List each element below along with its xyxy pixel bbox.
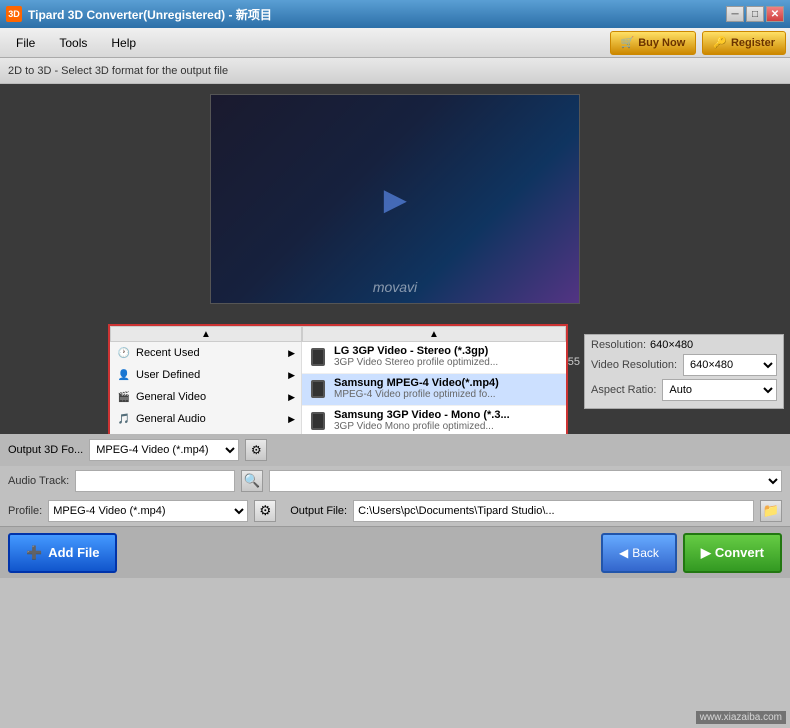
browse-button[interactable]: 📁 <box>760 500 782 522</box>
info-bar: 2D to 3D - Select 3D format for the outp… <box>0 58 790 84</box>
title-bar-text: Tipard 3D Converter(Unregistered) - 新项目 <box>28 6 726 23</box>
sidebar-item-user[interactable]: 👤 User Defined ▶ <box>110 364 301 386</box>
video-preview: ▶ movavi <box>210 94 580 304</box>
minimize-button[interactable]: ─ <box>726 6 744 22</box>
convert-icon: ▶ <box>701 545 711 561</box>
add-file-button[interactable]: ➕ Add File <box>8 533 117 573</box>
menu-bar: File Tools Help 🛒 Buy Now 🔑 Register <box>0 28 790 58</box>
videores-row: Video Resolution: 640×480 1280×720 1920×… <box>591 354 777 376</box>
audio-track-label: Audio Track: <box>8 475 69 487</box>
arrow-icon: ▶ <box>288 392 295 403</box>
format-item-0[interactable]: LG 3GP Video - Stereo (*.3gp) 3GP Video … <box>302 342 566 374</box>
output-file-input[interactable] <box>353 500 754 522</box>
cart-icon: 🛒 <box>621 36 635 49</box>
menu-tools[interactable]: Tools <box>47 32 99 54</box>
left-panel: 🕐 Recent Used ▶ 👤 User Defined ▶ 🎬 Gener… <box>110 342 302 434</box>
movavi-logo: movavi <box>373 279 417 295</box>
phone-icon-0 <box>308 347 328 367</box>
genvideo-label: General Video <box>136 391 206 403</box>
profile-settings-button[interactable]: ⚙ <box>254 500 276 522</box>
user-icon: 👤 <box>116 367 132 383</box>
format-title-0: LG 3GP Video - Stereo (*.3gp) <box>334 345 498 357</box>
format-sub-0: 3GP Video Stereo profile optimized... <box>334 357 498 368</box>
format-sub-2: 3GP Video Mono profile optimized... <box>334 421 510 432</box>
menu-file[interactable]: File <box>4 32 47 54</box>
maximize-button[interactable]: □ <box>746 6 764 22</box>
watermark: www.xiazaiba.com <box>696 711 786 724</box>
user-label: User Defined <box>136 369 200 381</box>
profile-select[interactable]: MPEG-4 Video (*.mp4) <box>48 500 248 522</box>
audio-search-button[interactable]: 🔍 <box>241 470 263 492</box>
audio-track-select[interactable] <box>269 470 782 492</box>
back-label: Back <box>632 546 659 560</box>
arrow-icon: ▶ <box>288 414 295 425</box>
resolution-row: Resolution: 640×480 <box>591 339 777 351</box>
clock-icon: 🕐 <box>116 345 132 361</box>
menu-help[interactable]: Help <box>99 32 148 54</box>
aspect-select[interactable]: Auto 4:3 16:9 <box>662 379 777 401</box>
arrow-icon: ▶ <box>288 348 295 359</box>
hd-icon: HD <box>116 433 132 434</box>
phone-icon-2 <box>308 411 328 431</box>
convert-label: Convert <box>715 545 764 560</box>
sidebar-item-recent[interactable]: 🕐 Recent Used ▶ <box>110 342 301 364</box>
info-text: 2D to 3D - Select 3D format for the outp… <box>8 65 228 77</box>
buy-now-button[interactable]: 🛒 Buy Now <box>610 31 697 55</box>
resolution-value: 640×480 <box>650 339 693 351</box>
scroll-up-right[interactable]: ▲ <box>302 326 566 342</box>
format-sub-1: MPEG-4 Video profile optimized fo... <box>334 389 499 400</box>
add-icon: ➕ <box>26 545 42 561</box>
add-file-label: Add File <box>48 545 99 560</box>
bottom-buttons: ➕ Add File ◀ Back ▶ Convert <box>0 526 790 578</box>
sidebar-item-genvideo[interactable]: 🎬 General Video ▶ <box>110 386 301 408</box>
main-area: ▶ movavi ▲ 🕐 Recent Used ▶ 👤 User Define… <box>0 84 790 434</box>
format-item-2[interactable]: Samsung 3GP Video - Mono (*.3... 3GP Vid… <box>302 406 566 434</box>
output-file-label: Output File: <box>290 505 347 517</box>
back-button[interactable]: ◀ Back <box>601 533 677 573</box>
resolution-label: Resolution: <box>591 339 646 351</box>
audio-icon: 🎵 <box>116 411 132 427</box>
register-button[interactable]: 🔑 Register <box>702 31 786 55</box>
videores-label: Video Resolution: <box>591 359 677 371</box>
aspect-row: Aspect Ratio: Auto 4:3 16:9 <box>591 379 777 401</box>
audio-track-row: Audio Track: 🔍 <box>0 466 790 496</box>
sidebar-item-hdvideo[interactable]: HD HD Video ▶ <box>110 430 301 434</box>
profile-row: Profile: MPEG-4 Video (*.mp4) ⚙ Output F… <box>0 496 790 526</box>
title-bar: 3D Tipard 3D Converter(Unregistered) - 新… <box>0 0 790 28</box>
video-inner: ▶ <box>211 95 579 303</box>
audio-search-input[interactable] <box>75 470 235 492</box>
window-controls: ─ □ ✕ <box>726 6 784 22</box>
recent-label: Recent Used <box>136 347 200 359</box>
scroll-up-button[interactable]: ▲ <box>110 326 302 342</box>
controls-row: Output 3D Fo... MPEG-4 Video (*.mp4) ⚙ <box>0 434 790 466</box>
format-select[interactable]: MPEG-4 Video (*.mp4) <box>89 439 239 461</box>
format-title-1: Samsung MPEG-4 Video(*.mp4) <box>334 377 499 389</box>
arrow-icon: ▶ <box>288 370 295 381</box>
convert-button[interactable]: ▶ Convert <box>683 533 782 573</box>
menu-right-actions: 🛒 Buy Now 🔑 Register <box>610 31 787 55</box>
videores-select[interactable]: 640×480 1280×720 1920×1080 <box>683 354 777 376</box>
key-icon: 🔑 <box>713 36 727 49</box>
format-dropdown: ▲ 🕐 Recent Used ▶ 👤 User Defined ▶ 🎬 Gen… <box>108 324 568 434</box>
close-button[interactable]: ✕ <box>766 6 784 22</box>
format-settings-button[interactable]: ⚙ <box>245 439 267 461</box>
format-title-2: Samsung 3GP Video - Mono (*.3... <box>334 409 510 421</box>
info-panel: Resolution: 640×480 Video Resolution: 64… <box>584 334 784 409</box>
video-icon: 🎬 <box>116 389 132 405</box>
back-icon: ◀ <box>619 546 628 560</box>
app-icon: 3D <box>6 6 22 22</box>
format-item-1[interactable]: Samsung MPEG-4 Video(*.mp4) MPEG-4 Video… <box>302 374 566 406</box>
aspect-label: Aspect Ratio: <box>591 384 656 396</box>
profile-label: Profile: <box>8 505 42 517</box>
sidebar-item-genaudio[interactable]: 🎵 General Audio ▶ <box>110 408 301 430</box>
right-panel: ▲ LG 3GP Video - Stereo (*.3gp) 3GP Vide… <box>302 326 566 434</box>
video-overlay: ▶ <box>384 183 406 216</box>
phone-icon-1 <box>308 379 328 399</box>
genaudio-label: General Audio <box>136 413 206 425</box>
output-3d-label: Output 3D Fo... <box>8 444 83 456</box>
